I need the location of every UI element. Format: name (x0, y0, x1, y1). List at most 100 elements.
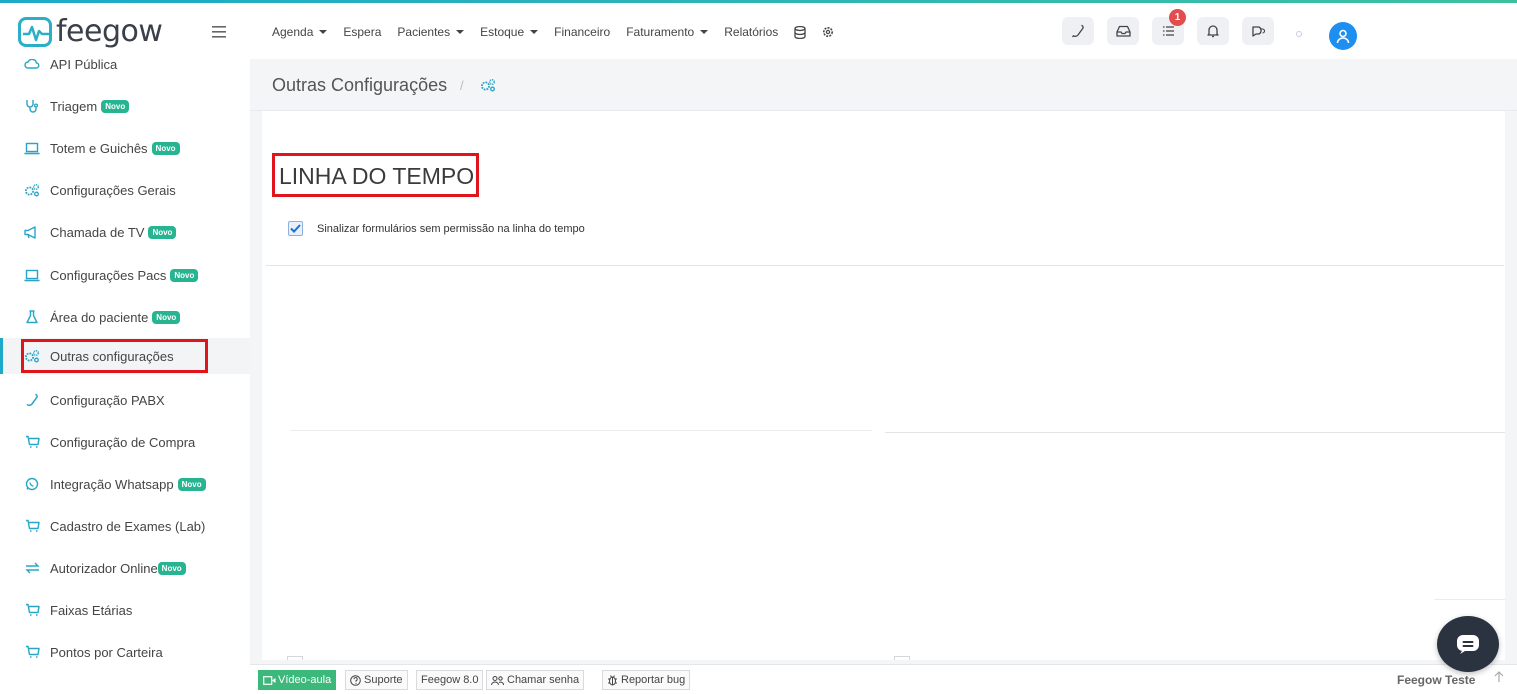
nav-espera[interactable]: Espera (343, 25, 381, 39)
sidebar-item-configuracao-compra[interactable]: Configuração de Compra (0, 424, 250, 460)
breadcrumb: Outras Configurações / (250, 59, 1517, 111)
cart-icon (24, 602, 40, 618)
report-bug-button[interactable]: Reportar bug (602, 670, 691, 690)
tasks-icon (1162, 26, 1174, 36)
novo-badge: Novo (170, 268, 199, 282)
chevron-down-icon (456, 30, 465, 34)
gears-icon (480, 78, 496, 97)
sidebar-item-cadastro-exames[interactable]: Cadastro de Exames (Lab) (0, 508, 250, 544)
laptop-icon (24, 140, 40, 156)
video-icon (263, 675, 276, 685)
divider (885, 432, 1505, 433)
sidebar-item-area-paciente[interactable]: Área do paciente Novo (0, 299, 250, 335)
hamburger-icon[interactable] (212, 23, 226, 43)
sidebar-item-triagem[interactable]: Triagem Novo (0, 88, 250, 124)
tasks-badge: 1 (1169, 9, 1186, 26)
partial-checkbox[interactable] (287, 656, 303, 660)
phone-button[interactable] (1062, 17, 1094, 45)
gear-icon[interactable] (822, 25, 834, 39)
gears-icon (24, 182, 40, 198)
sidebar: API Pública Triagem Novo Totem e Guichês N… (0, 59, 250, 694)
phone-icon (1072, 24, 1084, 38)
tasks-button[interactable]: 1 (1152, 9, 1186, 45)
chevron-down-icon (530, 30, 539, 34)
inbox-button[interactable] (1107, 17, 1139, 45)
stethoscope-icon (24, 98, 40, 114)
header-actions: 1 (1062, 9, 1287, 45)
novo-badge: Novo (101, 99, 130, 113)
partial-checkbox[interactable] (894, 656, 910, 660)
version-label: Feegow 8.0 (416, 670, 484, 690)
help-icon (350, 674, 361, 686)
chat-button[interactable] (1242, 17, 1274, 45)
call-ticket-button[interactable]: Chamar senha (486, 670, 585, 690)
users-icon (491, 675, 504, 685)
timeline-permission-checkbox[interactable] (288, 221, 303, 236)
novo-badge: Novo (152, 310, 181, 324)
bell-icon (1207, 25, 1219, 38)
database-icon[interactable] (794, 25, 806, 39)
flask-icon (24, 309, 40, 325)
user-icon (1336, 29, 1350, 43)
novo-badge: Novo (157, 561, 186, 575)
sidebar-item-pontos-carteira[interactable]: Pontos por Carteira (0, 634, 250, 670)
footer-bar: Vídeo-aula Suporte Feegow 8.0 Chamar sen… (250, 664, 1517, 694)
checkmark-icon (290, 224, 301, 233)
sidebar-item-configuracoes-pacs[interactable]: Configurações Pacs Novo (0, 257, 250, 293)
sidebar-item-totem-guiches[interactable]: Totem e Guichês Novo (0, 130, 250, 166)
divider (266, 265, 1504, 266)
status-dot (1296, 31, 1302, 37)
novo-badge: Novo (148, 225, 177, 239)
cloud-icon (24, 59, 40, 72)
exchange-icon (24, 560, 40, 576)
inbox-icon (1115, 25, 1131, 37)
support-button[interactable]: Suporte (345, 670, 408, 690)
main-nav: Agenda Espera Pacientes Estoque Financei… (272, 25, 850, 39)
timeline-permission-label: Sinalizar formulários sem permissão na l… (317, 222, 585, 235)
notifications-button[interactable] (1197, 17, 1229, 45)
timeline-permission-option[interactable]: Sinalizar formulários sem permissão na l… (288, 221, 585, 236)
arrow-up-icon[interactable] (1494, 671, 1504, 686)
novo-badge: Novo (151, 141, 180, 155)
chevron-down-icon (319, 30, 328, 34)
top-header: feegow Agenda Espera Pacientes Estoque F… (0, 3, 1517, 59)
sidebar-item-configuracao-pabx[interactable]: Configuração PABX (0, 382, 250, 418)
breadcrumb-separator: / (460, 78, 464, 93)
novo-badge: Novo (177, 477, 206, 491)
logo-mark-icon (18, 17, 52, 47)
section-title: LINHA DO TEMPO (272, 153, 480, 197)
sidebar-item-chamada-tv[interactable]: Chamada de TV Novo (0, 214, 250, 250)
divider (290, 430, 872, 431)
cart-icon (24, 518, 40, 534)
chat-widget-icon (1457, 635, 1479, 654)
sidebar-item-integracao-whatsapp[interactable]: Integração Whatsapp Novo (0, 466, 250, 502)
app-logo[interactable]: feegow (18, 14, 163, 49)
nav-relatorios[interactable]: Relatórios (724, 25, 778, 39)
sidebar-item-faixas-etarias[interactable]: Faixas Etárias (0, 592, 250, 628)
nav-faturamento[interactable]: Faturamento (626, 25, 709, 39)
nav-pacientes[interactable]: Pacientes (397, 25, 465, 39)
chat-icon (1252, 26, 1265, 37)
whatsapp-icon (24, 476, 40, 492)
megaphone-icon (24, 224, 40, 240)
phone-icon (24, 392, 40, 408)
cart-icon (24, 644, 40, 660)
page-title: Outras Configurações (272, 75, 448, 95)
sidebar-item-autorizador-online[interactable]: Autorizador Online Novo (0, 550, 250, 586)
video-aula-button[interactable]: Vídeo-aula (258, 670, 337, 690)
current-user-name[interactable]: Feegow Teste (1397, 673, 1475, 687)
sidebar-item-configuracoes-gerais[interactable]: Configurações Gerais (0, 172, 250, 208)
chevron-down-icon (700, 30, 709, 34)
logo-text: feegow (56, 14, 163, 49)
sidebar-item-api-publica[interactable]: API Pública (0, 59, 250, 82)
laptop-icon (24, 267, 40, 283)
nav-financeiro[interactable]: Financeiro (554, 25, 610, 39)
divider (1434, 599, 1505, 600)
user-avatar[interactable] (1329, 22, 1357, 50)
bug-icon (608, 675, 617, 686)
cart-icon (24, 434, 40, 450)
chat-widget-button[interactable] (1437, 616, 1499, 672)
nav-agenda[interactable]: Agenda (272, 25, 328, 39)
nav-estoque[interactable]: Estoque (480, 25, 539, 39)
highlight-frame (21, 339, 208, 373)
